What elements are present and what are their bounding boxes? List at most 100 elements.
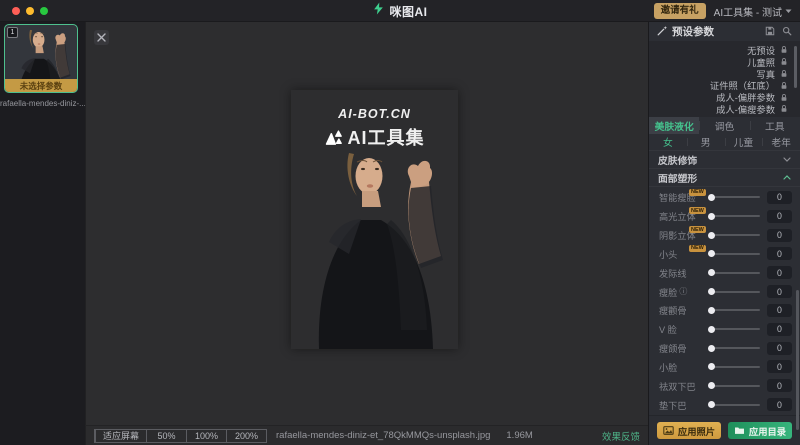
slider-track[interactable] <box>709 253 760 255</box>
apply-photo-button[interactable]: 应用照片 <box>657 422 721 439</box>
gender-option[interactable]: 儿童 <box>725 134 763 150</box>
slider-track[interactable] <box>709 385 760 387</box>
slider-value: 0 <box>767 342 792 355</box>
slider-track[interactable] <box>709 309 760 311</box>
photo-icon <box>663 426 674 435</box>
slider-track[interactable] <box>709 215 760 217</box>
chevron-down-icon <box>783 157 791 162</box>
file-size: 1.96M <box>506 430 532 441</box>
feature-tab[interactable]: 调色 <box>699 117 749 134</box>
apply-actions: 应用照片 应用目录 <box>649 415 800 445</box>
app-logo-bolt-icon <box>372 2 385 20</box>
section-skin-retouch[interactable]: 皮肤修饰 <box>649 151 800 169</box>
slider-label: 瘦颌骨 <box>659 341 687 355</box>
chevron-up-icon <box>783 175 791 180</box>
slider-track[interactable] <box>709 272 760 274</box>
slider-track[interactable] <box>709 347 760 349</box>
app-title: 咪图AI <box>389 3 427 20</box>
apply-directory-button[interactable]: 应用目录 <box>728 422 792 439</box>
slider-thumb[interactable] <box>708 269 715 276</box>
photo-preview[interactable]: AI-BOT.CN AI工具集 <box>291 90 458 349</box>
preset-scrollbar[interactable] <box>794 46 797 88</box>
slider-value: 0 <box>767 229 792 242</box>
slider-row: 祛双下巴 0 <box>649 376 800 395</box>
account-menu[interactable]: AI工具集 - 测试 <box>714 4 792 19</box>
slider-value: 0 <box>767 304 792 317</box>
thumbnail-filename: rafaella-mendes-diniz-... <box>0 99 85 108</box>
slider-thumb[interactable] <box>708 232 715 239</box>
slider-thumb[interactable] <box>708 213 715 220</box>
gender-option[interactable]: 男 <box>687 134 725 150</box>
magic-wand-icon <box>657 23 668 41</box>
slider-thumb[interactable] <box>708 363 715 370</box>
slider-label: V 脸 <box>659 322 677 336</box>
new-badge: NEW <box>689 207 706 214</box>
slider-track[interactable] <box>709 291 760 293</box>
new-badge: NEW <box>689 226 706 233</box>
slider-value: 0 <box>767 360 792 373</box>
chevron-down-icon <box>785 9 792 14</box>
slider-row: V 脸 0 <box>649 320 800 339</box>
feature-tab[interactable]: 工具 <box>750 117 800 134</box>
preset-label: 成人-偏瘦参数 <box>716 102 775 116</box>
section-skin-label: 皮肤修饰 <box>658 153 697 167</box>
thumbnail-index-badge: 1 <box>7 27 18 38</box>
gender-option[interactable]: 老年 <box>762 134 800 150</box>
slider-value: 0 <box>767 210 792 223</box>
slider-track[interactable] <box>709 328 760 330</box>
feature-tab[interactable]: 美肤液化 <box>649 117 699 134</box>
slider-label: 垫下巴 <box>659 398 687 412</box>
new-badge: NEW <box>689 189 706 196</box>
slider-thumb[interactable] <box>708 288 715 295</box>
slider-value: 0 <box>767 266 792 279</box>
slider-track[interactable] <box>709 196 760 198</box>
zoom-option-button[interactable]: 50% <box>146 430 186 442</box>
app-window: 咪图AI 邀请有礼 AI工具集 - 测试 1 未选择参数 rafaella-me… <box>0 0 800 445</box>
save-preset-icon[interactable] <box>765 23 775 41</box>
account-label: AI工具集 - 测试 <box>714 4 782 19</box>
preset-item[interactable]: 儿童照 <box>649 56 800 68</box>
section-face-shape[interactable]: 面部塑形 <box>649 169 800 187</box>
gender-option[interactable]: 女 <box>649 134 687 150</box>
slider-row: NEW 智能瘦脸 0 <box>649 188 800 207</box>
lock-icon <box>780 57 788 66</box>
folder-icon <box>734 426 745 435</box>
settings-panel: 预设参数 无预设 <box>648 22 800 445</box>
slider-thumb[interactable] <box>708 401 715 408</box>
slider-thumb[interactable] <box>708 307 715 314</box>
title-bar: 咪图AI 邀请有礼 AI工具集 - 测试 <box>0 0 800 22</box>
apply-photo-label: 应用照片 <box>678 424 715 438</box>
zoom-option-button[interactable]: 100% <box>186 430 226 442</box>
slider-value: 0 <box>767 285 792 298</box>
zoom-option-button[interactable]: 适应屏幕 <box>95 430 146 442</box>
slider-thumb[interactable] <box>708 250 715 257</box>
slider-value: 0 <box>767 191 792 204</box>
feature-tabs: 美肤液化调色工具 <box>649 117 800 134</box>
slider-track[interactable] <box>709 366 760 368</box>
slider-label: 祛双下巴 <box>659 379 696 393</box>
close-image-button[interactable] <box>94 30 109 45</box>
search-preset-icon[interactable] <box>782 23 792 41</box>
slider-thumb[interactable] <box>708 194 715 201</box>
preset-item[interactable]: 无预设 <box>649 44 800 56</box>
invite-button[interactable]: 邀请有礼 <box>654 3 706 18</box>
image-thumbnail-card[interactable]: 1 未选择参数 <box>4 24 78 93</box>
slider-row: 小脸 0 <box>649 357 800 376</box>
slider-track[interactable] <box>709 404 760 406</box>
slider-label: 发际线 <box>659 266 687 280</box>
slider-row: NEW 阴影立体 0 <box>649 226 800 245</box>
lock-icon <box>780 93 788 102</box>
close-icon <box>97 33 106 42</box>
slider-track[interactable] <box>709 234 760 236</box>
slider-thumb[interactable] <box>708 326 715 333</box>
new-badge: NEW <box>689 245 706 252</box>
zoom-option-button[interactable]: 200% <box>226 430 266 442</box>
slider-thumb[interactable] <box>708 345 715 352</box>
feedback-link[interactable]: 效果反馈 <box>602 429 640 443</box>
slider-label: 瘦脸 <box>659 285 677 299</box>
preset-item[interactable]: 成人-偏瘦参数 <box>649 103 800 115</box>
slider-thumb[interactable] <box>708 382 715 389</box>
slider-row: 瘦颌骨 0 <box>649 339 800 358</box>
panel-scrollbar[interactable] <box>796 290 799 430</box>
preset-header: 预设参数 <box>649 22 800 41</box>
